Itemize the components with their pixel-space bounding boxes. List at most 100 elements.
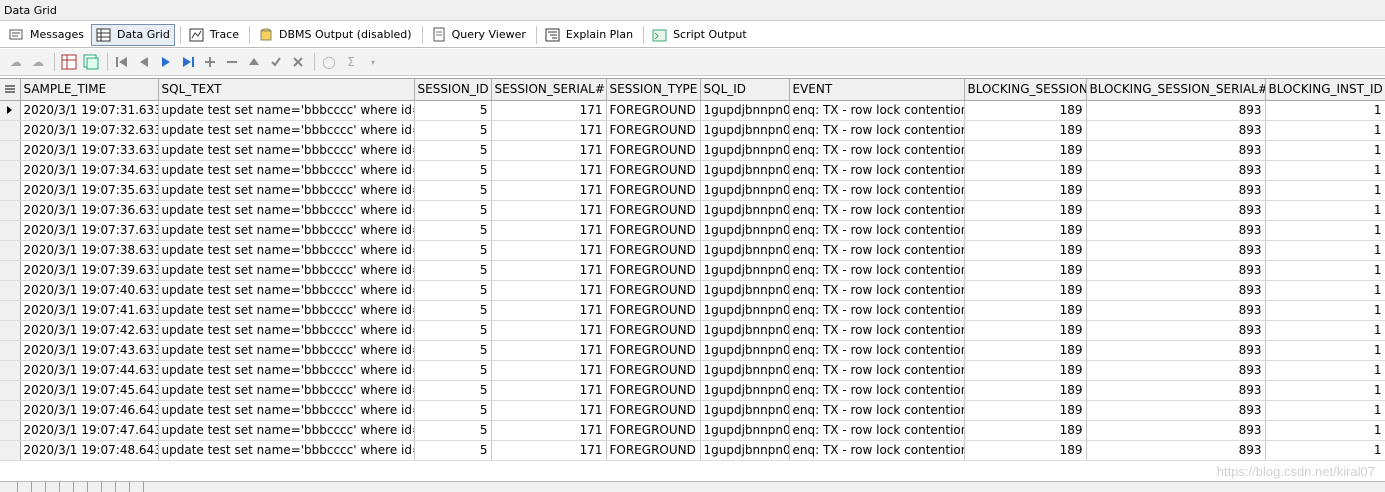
tab-data-grid[interactable]: Data Grid bbox=[90, 23, 175, 46]
table-row[interactable]: 2020/3/1 19:07:32.633 update test set nam… bbox=[0, 120, 1385, 141]
cell-sql-id[interactable]: 1gupdjbnnpn0j bbox=[700, 120, 790, 141]
cell-session-type[interactable]: FOREGROUND bbox=[606, 300, 701, 321]
tab-explain-plan[interactable]: Explain Plan bbox=[540, 24, 638, 46]
tab-trace[interactable]: Trace bbox=[184, 24, 244, 46]
cell-session-serial[interactable]: 171 bbox=[491, 300, 607, 321]
tab-query-viewer[interactable]: Query Viewer bbox=[426, 24, 531, 46]
cell-session-type[interactable]: FOREGROUND bbox=[606, 140, 701, 161]
table-row[interactable]: 2020/3/1 19:07:48.643 update test set nam… bbox=[0, 440, 1385, 461]
cell-blocking-inst-id[interactable]: 1 bbox=[1265, 200, 1385, 221]
cell-session-serial[interactable]: 171 bbox=[491, 220, 607, 241]
tab-dbms-output[interactable]: DBMS Output (disabled) bbox=[253, 24, 417, 46]
column-header-session-serial[interactable]: SESSION_SERIAL# bbox=[491, 79, 607, 101]
cell-sql-id[interactable]: 1gupdjbnnpn0j bbox=[700, 100, 790, 121]
cell-event[interactable]: enq: TX - row lock contention bbox=[789, 320, 965, 341]
cell-sample-time[interactable]: 2020/3/1 19:07:32.633 bbox=[20, 120, 159, 141]
cell-sql-id[interactable]: 1gupdjbnnpn0j bbox=[700, 160, 790, 181]
cell-event[interactable]: enq: TX - row lock contention bbox=[789, 220, 965, 241]
cell-blocking-inst-id[interactable]: 1 bbox=[1265, 100, 1385, 121]
cell-sample-time[interactable]: 2020/3/1 19:07:39.633 bbox=[20, 260, 159, 281]
cell-sql-id[interactable]: 1gupdjbnnpn0j bbox=[700, 440, 790, 461]
row-indicator[interactable] bbox=[0, 380, 21, 401]
table-row[interactable]: 2020/3/1 19:07:33.633 update test set nam… bbox=[0, 140, 1385, 161]
row-indicator[interactable] bbox=[0, 340, 21, 361]
cell-session-serial[interactable]: 171 bbox=[491, 240, 607, 261]
cell-session-type[interactable]: FOREGROUND bbox=[606, 160, 701, 181]
cell-session-serial[interactable]: 171 bbox=[491, 340, 607, 361]
row-indicator[interactable] bbox=[0, 320, 21, 341]
nav-refresh-icon[interactable] bbox=[132, 482, 144, 492]
cell-sample-time[interactable]: 2020/3/1 19:07:34.633 bbox=[20, 160, 159, 181]
cell-blocking-session[interactable]: 189 bbox=[964, 120, 1087, 141]
cell-session-serial[interactable]: 171 bbox=[491, 140, 607, 161]
import-icon[interactable]: ☁ bbox=[28, 52, 48, 72]
cell-session-type[interactable]: FOREGROUND bbox=[606, 180, 701, 201]
cell-event[interactable]: enq: TX - row lock contention bbox=[789, 100, 965, 121]
cell-blocking-session-serial[interactable]: 893 bbox=[1086, 280, 1266, 301]
table-row[interactable]: 2020/3/1 19:07:31.633 update test set nam… bbox=[0, 100, 1385, 121]
table-row[interactable]: 2020/3/1 19:07:34.633 update test set nam… bbox=[0, 160, 1385, 181]
cell-event[interactable]: enq: TX - row lock contention bbox=[789, 280, 965, 301]
table-row[interactable]: 2020/3/1 19:07:47.643 update test set nam… bbox=[0, 420, 1385, 441]
cell-sample-time[interactable]: 2020/3/1 19:07:31.633 bbox=[20, 100, 159, 121]
row-indicator[interactable] bbox=[0, 420, 21, 441]
cell-session-serial[interactable]: 171 bbox=[491, 180, 607, 201]
table-row[interactable]: 2020/3/1 19:07:42.633 update test set nam… bbox=[0, 320, 1385, 341]
cell-blocking-session-serial[interactable]: 893 bbox=[1086, 380, 1266, 401]
cell-session-type[interactable]: FOREGROUND bbox=[606, 340, 701, 361]
cell-event[interactable]: enq: TX - row lock contention bbox=[789, 420, 965, 441]
cell-blocking-inst-id[interactable]: 1 bbox=[1265, 300, 1385, 321]
refresh-icon[interactable]: ◯ bbox=[319, 52, 339, 72]
cell-blocking-session-serial[interactable]: 893 bbox=[1086, 120, 1266, 141]
cell-blocking-session-serial[interactable]: 893 bbox=[1086, 420, 1266, 441]
row-indicator[interactable] bbox=[0, 360, 21, 381]
cell-event[interactable]: enq: TX - row lock contention bbox=[789, 400, 965, 421]
cell-session-type[interactable]: FOREGROUND bbox=[606, 280, 701, 301]
cell-blocking-session[interactable]: 189 bbox=[964, 300, 1087, 321]
table-row[interactable]: 2020/3/1 19:07:46.643 update test set nam… bbox=[0, 400, 1385, 421]
cell-session-id[interactable]: 5 bbox=[414, 220, 492, 241]
single-record-icon[interactable] bbox=[81, 52, 101, 72]
cell-blocking-inst-id[interactable]: 1 bbox=[1265, 400, 1385, 421]
cell-session-serial[interactable]: 171 bbox=[491, 400, 607, 421]
column-header-blocking-session-serial[interactable]: BLOCKING_SESSION_SERIAL# bbox=[1086, 79, 1266, 101]
cell-sql-text[interactable]: update test set name='bbbcccc' where id=… bbox=[158, 280, 415, 301]
cell-session-id[interactable]: 5 bbox=[414, 160, 492, 181]
nav-edit-icon[interactable] bbox=[90, 482, 102, 492]
cell-session-serial[interactable]: 171 bbox=[491, 420, 607, 441]
table-row[interactable]: 2020/3/1 19:07:36.633 update test set nam… bbox=[0, 200, 1385, 221]
cell-sql-id[interactable]: 1gupdjbnnpn0j bbox=[700, 420, 790, 441]
cell-session-serial[interactable]: 171 bbox=[491, 280, 607, 301]
cell-event[interactable]: enq: TX - row lock contention bbox=[789, 340, 965, 361]
table-row[interactable]: 2020/3/1 19:07:40.633 update test set nam… bbox=[0, 280, 1385, 301]
row-indicator[interactable] bbox=[0, 280, 21, 301]
table-row[interactable]: 2020/3/1 19:07:38.633 update test set nam… bbox=[0, 240, 1385, 261]
cell-event[interactable]: enq: TX - row lock contention bbox=[789, 180, 965, 201]
row-indicator[interactable] bbox=[0, 240, 21, 261]
cell-sql-text[interactable]: update test set name='bbbcccc' where id=… bbox=[158, 440, 415, 461]
cell-session-serial[interactable]: 171 bbox=[491, 440, 607, 461]
cell-blocking-inst-id[interactable]: 1 bbox=[1265, 420, 1385, 441]
row-indicator[interactable] bbox=[0, 400, 21, 421]
cell-sql-text[interactable]: update test set name='bbbcccc' where id=… bbox=[158, 180, 415, 201]
cell-session-id[interactable]: 5 bbox=[414, 200, 492, 221]
cell-session-id[interactable]: 5 bbox=[414, 260, 492, 281]
cell-blocking-session-serial[interactable]: 893 bbox=[1086, 400, 1266, 421]
cell-sql-text[interactable]: update test set name='bbbcccc' where id=… bbox=[158, 360, 415, 381]
row-indicator[interactable] bbox=[0, 140, 21, 161]
cell-sql-text[interactable]: update test set name='bbbcccc' where id=… bbox=[158, 100, 415, 121]
cell-blocking-inst-id[interactable]: 1 bbox=[1265, 220, 1385, 241]
cell-sample-time[interactable]: 2020/3/1 19:07:45.643 bbox=[20, 380, 159, 401]
cell-sql-text[interactable]: update test set name='bbbcccc' where id=… bbox=[158, 420, 415, 441]
cell-session-type[interactable]: FOREGROUND bbox=[606, 100, 701, 121]
cell-blocking-session[interactable]: 189 bbox=[964, 400, 1087, 421]
cell-blocking-session-serial[interactable]: 893 bbox=[1086, 200, 1266, 221]
cell-blocking-session[interactable]: 189 bbox=[964, 240, 1087, 261]
cell-blocking-inst-id[interactable]: 1 bbox=[1265, 340, 1385, 361]
cell-blocking-session-serial[interactable]: 893 bbox=[1086, 300, 1266, 321]
cell-session-type[interactable]: FOREGROUND bbox=[606, 320, 701, 341]
cell-session-id[interactable]: 5 bbox=[414, 240, 492, 261]
cell-event[interactable]: enq: TX - row lock contention bbox=[789, 240, 965, 261]
column-header-sample-time[interactable]: SAMPLE_TIME bbox=[20, 79, 159, 101]
cell-sample-time[interactable]: 2020/3/1 19:07:35.633 bbox=[20, 180, 159, 201]
